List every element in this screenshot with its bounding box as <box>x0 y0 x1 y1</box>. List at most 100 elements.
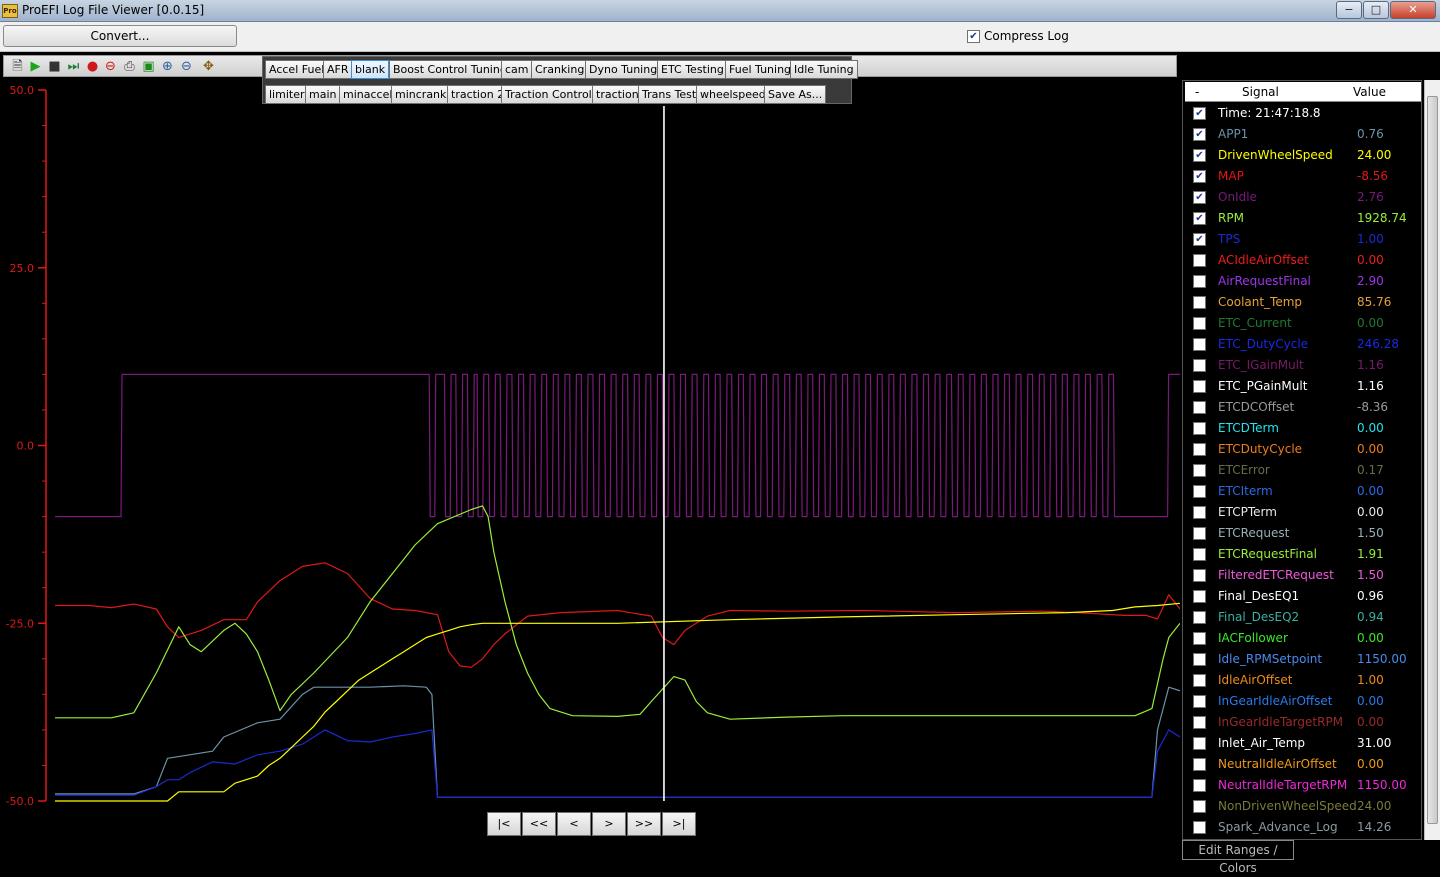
signal-checkbox[interactable] <box>1193 380 1206 393</box>
signal-checkbox[interactable] <box>1193 716 1206 729</box>
signal-row[interactable]: InGearIdleTargetRPM 0.00 <box>1185 712 1421 733</box>
signal-checkbox[interactable] <box>1193 737 1206 750</box>
signal-row[interactable]: ✔ Time: 21:47:18.8 <box>1185 103 1421 124</box>
preset-afr[interactable]: AFR <box>323 60 353 79</box>
log-chart[interactable]: 50.0 25.0 0.0 -25.0 -50.0 <box>0 80 1180 860</box>
record-icon[interactable]: ● <box>85 59 100 74</box>
nav-last-button[interactable]: >| <box>662 812 696 836</box>
signal-row[interactable]: ETCPTerm 0.00 <box>1185 502 1421 523</box>
zoom-out-icon[interactable]: ⊖ <box>179 59 194 74</box>
signal-row[interactable]: ETCRequestFinal 1.91 <box>1185 544 1421 565</box>
signal-row[interactable]: Inlet_Air_Temp 31.00 <box>1185 733 1421 754</box>
signal-row[interactable]: ETC_IGainMult 1.16 <box>1185 355 1421 376</box>
preset-idle-tuning[interactable]: Idle Tuning <box>790 60 858 79</box>
signal-row[interactable]: NonDrivenWheelSpeed 24.00 <box>1185 796 1421 817</box>
signal-row[interactable]: Final_DesEQ1 0.96 <box>1185 586 1421 607</box>
signal-checkbox[interactable] <box>1193 674 1206 687</box>
preset-dyno-tuning[interactable]: Dyno Tuning <box>585 60 662 79</box>
toggle-column-header[interactable]: - <box>1195 85 1199 99</box>
signal-row[interactable]: ✔ APP1 0.76 <box>1185 124 1421 145</box>
signal-checkbox[interactable] <box>1193 632 1206 645</box>
signal-row[interactable]: ETC_Current 0.00 <box>1185 313 1421 334</box>
signal-checkbox[interactable] <box>1193 758 1206 771</box>
signal-checkbox[interactable] <box>1193 338 1206 351</box>
signal-checkbox[interactable] <box>1193 275 1206 288</box>
signal-column-header[interactable]: Signal <box>1242 85 1279 99</box>
monitor-icon[interactable]: ▣ <box>141 59 156 74</box>
signal-checkbox[interactable] <box>1193 527 1206 540</box>
preset-cam[interactable]: cam <box>501 60 533 79</box>
signal-row[interactable]: ETCIterm 0.00 <box>1185 481 1421 502</box>
nav-prev-button[interactable]: < <box>557 812 591 836</box>
signal-row[interactable]: ✔ RPM 1928.74 <box>1185 208 1421 229</box>
signal-row[interactable]: FilteredETCRequest 1.50 <box>1185 565 1421 586</box>
signal-row[interactable]: Idle_RPMSetpoint 1150.00 <box>1185 649 1421 670</box>
step-icon[interactable]: ⏭ <box>66 59 81 74</box>
signal-checkbox[interactable] <box>1193 464 1206 477</box>
signal-checkbox[interactable] <box>1193 548 1206 561</box>
signal-checkbox[interactable] <box>1193 296 1206 309</box>
signal-checkbox[interactable] <box>1193 506 1206 519</box>
signal-checkbox[interactable]: ✔ <box>1193 107 1206 120</box>
signal-row[interactable]: ETCError 0.17 <box>1185 460 1421 481</box>
preset-boost-control-tuning[interactable]: Boost Control Tuning <box>389 60 511 79</box>
nav-rewind-button[interactable]: << <box>522 812 556 836</box>
signal-checkbox[interactable] <box>1193 779 1206 792</box>
play-icon[interactable]: ▶ <box>28 59 43 74</box>
signal-row[interactable]: Spark_Advance_Log 14.26 <box>1185 817 1421 838</box>
signal-row[interactable]: ✔ OnIdle 2.76 <box>1185 187 1421 208</box>
preset-cranking[interactable]: Cranking <box>531 60 589 79</box>
signal-checkbox[interactable] <box>1193 800 1206 813</box>
stop-icon[interactable]: ■ <box>47 59 62 74</box>
signal-row[interactable]: IdleAirOffset 1.00 <box>1185 670 1421 691</box>
signal-row[interactable]: NeutralIdleAirOffset 0.00 <box>1185 754 1421 775</box>
signal-row[interactable]: ✔ MAP -8.56 <box>1185 166 1421 187</box>
nav-first-button[interactable]: |< <box>487 812 521 836</box>
preset-accel-fuel[interactable]: Accel Fuel <box>265 60 329 79</box>
signal-row[interactable]: ETC_PGainMult 1.16 <box>1185 376 1421 397</box>
signal-checkbox[interactable] <box>1193 569 1206 582</box>
compress-log-option[interactable]: ✔ Compress Log <box>967 29 1069 43</box>
zoom-in-icon[interactable]: ⊕ <box>160 59 175 74</box>
signal-checkbox[interactable] <box>1193 443 1206 456</box>
signal-checkbox[interactable] <box>1193 590 1206 603</box>
no-record-icon[interactable]: ⊖ <box>103 59 118 74</box>
pan-icon[interactable]: ✥ <box>201 59 216 74</box>
signal-row[interactable]: NeutralIdleTargetRPM 1150.00 <box>1185 775 1421 796</box>
signal-row[interactable]: ETC_DutyCycle 246.28 <box>1185 334 1421 355</box>
signal-row[interactable]: IACFollower 0.00 <box>1185 628 1421 649</box>
signal-row[interactable]: InGearIdleAirOffset 0.00 <box>1185 691 1421 712</box>
nav-next-button[interactable]: > <box>592 812 626 836</box>
signal-row[interactable]: Final_DesEQ2 0.94 <box>1185 607 1421 628</box>
signal-row[interactable]: ETCRequest 1.50 <box>1185 523 1421 544</box>
print-icon[interactable]: ⎙ <box>122 59 137 74</box>
signal-checkbox[interactable]: ✔ <box>1193 191 1206 204</box>
preset-fuel-tuning[interactable]: Fuel Tuning <box>725 60 796 79</box>
signal-checkbox[interactable] <box>1193 254 1206 267</box>
signal-row[interactable]: Coolant_Temp 85.76 <box>1185 292 1421 313</box>
open-file-icon[interactable]: 🗎 <box>10 59 25 74</box>
edit-ranges-button[interactable]: Edit Ranges / Colors <box>1182 840 1294 875</box>
close-button[interactable]: ✕ <box>1390 1 1436 19</box>
signal-checkbox[interactable] <box>1193 401 1206 414</box>
signal-row[interactable]: ✔ TPS 1.00 <box>1185 229 1421 250</box>
maximize-button[interactable]: □ <box>1363 1 1389 19</box>
preset-blank[interactable]: blank <box>351 60 390 79</box>
signal-row[interactable]: ETCDCOffset -8.36 <box>1185 397 1421 418</box>
compress-log-checkbox[interactable]: ✔ <box>967 29 980 43</box>
signal-row[interactable]: ACIdleAirOffset 0.00 <box>1185 250 1421 271</box>
signal-row[interactable]: ETCDutyCycle 0.00 <box>1185 439 1421 460</box>
signal-checkbox[interactable] <box>1193 422 1206 435</box>
signal-checkbox[interactable]: ✔ <box>1193 212 1206 225</box>
signal-checkbox[interactable]: ✔ <box>1193 149 1206 162</box>
signal-checkbox[interactable] <box>1193 611 1206 624</box>
signal-checkbox[interactable] <box>1193 317 1206 330</box>
signal-row[interactable]: ✔ DrivenWheelSpeed 24.00 <box>1185 145 1421 166</box>
signal-checkbox[interactable] <box>1193 359 1206 372</box>
signal-checkbox[interactable] <box>1193 653 1206 666</box>
minimize-button[interactable]: − <box>1336 1 1362 19</box>
signal-list-scrollbar[interactable] <box>1424 80 1440 840</box>
scrollbar-thumb[interactable] <box>1427 96 1438 824</box>
signal-checkbox[interactable]: ✔ <box>1193 233 1206 246</box>
signal-checkbox[interactable] <box>1193 485 1206 498</box>
